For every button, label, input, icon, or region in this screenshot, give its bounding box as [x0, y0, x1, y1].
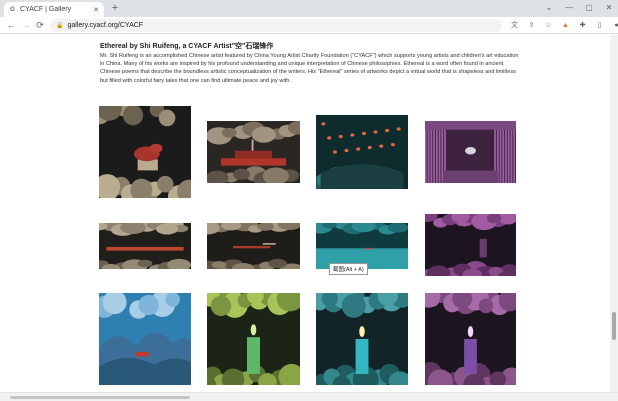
star-icon[interactable]: ☆ — [542, 19, 555, 32]
artwork-mushroom-house[interactable] — [99, 106, 191, 198]
share-icon[interactable]: ⇪ — [525, 19, 538, 32]
maximize-button[interactable]: ▢ — [584, 1, 594, 15]
browser-toolbar: ← → ⟳ 🔒 gallery.cyacf.org/CYACF 文 ⇪ ☆ ▲ … — [0, 17, 618, 34]
artwork-blue-mountains-red-car[interactable] — [99, 293, 191, 385]
tab-gallery[interactable]: G CYACF | Gallery ✕ — [4, 2, 104, 17]
puzzle-icon[interactable]: ✚ — [576, 19, 589, 32]
new-tab-button[interactable]: + — [108, 2, 122, 15]
forward-button[interactable]: → — [20, 19, 32, 31]
window-controls: ⌄ — ▢ ✕ — [544, 1, 614, 15]
artwork-red-ship[interactable] — [207, 121, 300, 183]
artwork-lanterns-rooftop[interactable] — [316, 115, 408, 189]
close-window-button[interactable]: ✕ — [604, 1, 614, 15]
artwork-purple-forest[interactable] — [425, 214, 516, 276]
tab-search-icon[interactable]: ⌄ — [544, 1, 554, 15]
artwork-purple-candle[interactable] — [425, 293, 516, 385]
fox-extension-icon[interactable]: ▲ — [559, 19, 572, 32]
artwork-clouds-boat[interactable] — [207, 223, 300, 269]
tab-close-icon[interactable]: ✕ — [93, 6, 99, 14]
site-favicon-icon: G — [10, 6, 15, 13]
toolbar-icons: 文 ⇪ ☆ ▲ ✚ ▯ ● ⋮ — [508, 19, 618, 32]
horizontal-scrollbar[interactable] — [0, 392, 618, 401]
lock-icon[interactable]: 🔒 — [56, 22, 63, 29]
vertical-scrollbar-thumb[interactable] — [612, 312, 616, 340]
address-bar[interactable]: 🔒 gallery.cyacf.org/CYACF — [50, 19, 502, 32]
artwork-green-candle[interactable] — [207, 293, 300, 385]
horizontal-scrollbar-thumb[interactable] — [10, 396, 190, 399]
screenshot-tooltip: 截图(Alt + A) — [329, 263, 368, 275]
artwork-purple-stage[interactable] — [425, 121, 516, 183]
vertical-scrollbar[interactable] — [610, 35, 618, 392]
page-title: Ethereal by Shi Ruifeng, a CYACF Artist"… — [100, 43, 274, 50]
profile-icon[interactable]: ● — [610, 19, 618, 32]
sidebar-icon[interactable]: ▯ — [593, 19, 606, 32]
translate-icon[interactable]: 文 — [508, 19, 521, 32]
minimize-button[interactable]: — — [564, 1, 574, 15]
address-text: gallery.cyacf.org/CYACF — [67, 22, 144, 29]
back-button[interactable]: ← — [5, 19, 17, 31]
tab-title: CYACF | Gallery — [20, 6, 72, 13]
reload-button[interactable]: ⟳ — [34, 19, 46, 31]
tab-strip: G CYACF | Gallery ✕ + ⌄ — ▢ ✕ — [0, 0, 618, 17]
artwork-orange-bridge[interactable] — [99, 223, 191, 269]
page-description: Mr. Shi Ruifeng is an accomplished Chine… — [100, 53, 519, 84]
page-content: Ethereal by Shi Ruifeng, a CYACF Artist"… — [0, 35, 618, 392]
artwork-teal-candle[interactable] — [316, 293, 408, 385]
